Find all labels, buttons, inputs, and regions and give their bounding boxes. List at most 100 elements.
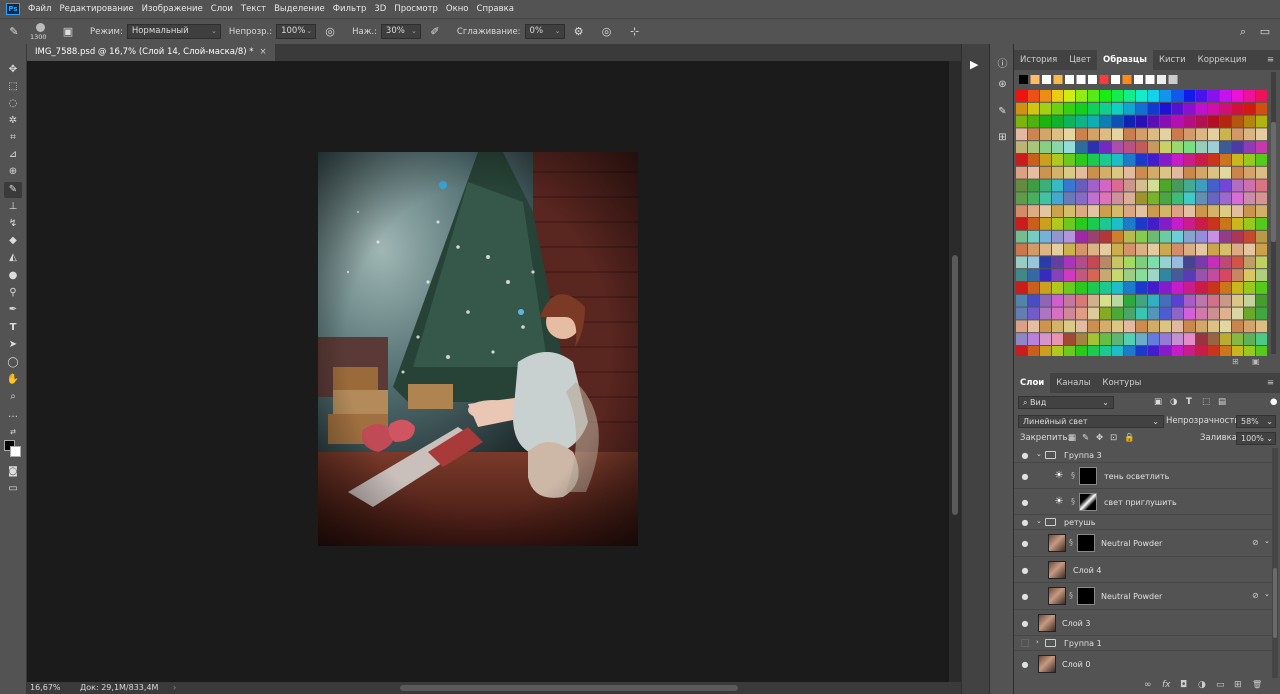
swatch[interactable] (1122, 75, 1132, 84)
swatch[interactable] (1016, 320, 1027, 333)
swatch[interactable] (1172, 243, 1183, 256)
swatch[interactable] (1052, 230, 1063, 243)
layer-row[interactable]: ● ☀ § тень осветлить (1014, 463, 1272, 489)
swatch[interactable] (1172, 90, 1183, 102)
swatch[interactable] (1064, 282, 1075, 294)
swatch[interactable] (1172, 333, 1183, 345)
fill-field[interactable]: 100% ⌄ (1236, 432, 1276, 445)
layer-row[interactable]: ● ⌄ ретушь (1014, 515, 1272, 530)
swatch[interactable] (1196, 90, 1207, 102)
swatch[interactable] (1088, 243, 1099, 256)
swatch[interactable] (1112, 154, 1123, 166)
swatch[interactable] (1040, 166, 1051, 179)
swatch[interactable] (1136, 294, 1147, 307)
swatch[interactable] (1064, 320, 1075, 333)
menu-edit[interactable]: Редактирование (59, 4, 133, 14)
swatch[interactable] (1028, 294, 1039, 307)
swatch[interactable] (1112, 282, 1123, 294)
swatch[interactable] (1052, 128, 1063, 141)
swatch[interactable] (1208, 269, 1219, 281)
stamp-tool-icon[interactable]: ⊥ (4, 199, 22, 215)
swatch[interactable] (1220, 218, 1231, 230)
swatch[interactable] (1040, 115, 1051, 128)
swatch[interactable] (1172, 102, 1183, 115)
swatch[interactable] (1256, 90, 1267, 102)
menu-image[interactable]: Изображение (142, 4, 203, 14)
swatch[interactable] (1124, 102, 1135, 115)
visibility-eye-icon[interactable]: ● (1020, 660, 1030, 669)
dodge-tool-icon[interactable]: ⚲ (4, 285, 22, 301)
swatch[interactable] (1148, 269, 1159, 281)
swatch[interactable] (1232, 128, 1243, 141)
swatch[interactable] (1088, 115, 1099, 128)
history-brush-tool-icon[interactable]: ↯ (4, 216, 22, 232)
swatch[interactable] (1196, 294, 1207, 307)
swatch[interactable] (1100, 166, 1111, 179)
swatches-svg[interactable] (1014, 72, 1268, 358)
swatch[interactable] (1232, 243, 1243, 256)
mode-select[interactable]: Нормальный ⌄ (126, 24, 221, 39)
swatch[interactable] (1148, 141, 1159, 153)
swatch[interactable] (1040, 243, 1051, 256)
swatch[interactable] (1124, 294, 1135, 307)
swatch[interactable] (1136, 154, 1147, 166)
swatch[interactable] (1124, 179, 1135, 192)
swatch[interactable] (1160, 256, 1171, 269)
swatch[interactable] (1028, 243, 1039, 256)
link-layers-icon[interactable]: ∞ (1144, 680, 1152, 690)
swatch[interactable] (1160, 102, 1171, 115)
swatch[interactable] (1232, 102, 1243, 115)
swatch[interactable] (1064, 128, 1075, 141)
swatch[interactable] (1232, 141, 1243, 153)
swatch[interactable] (1112, 90, 1123, 102)
swatch[interactable] (1100, 294, 1111, 307)
swatch[interactable] (1244, 141, 1255, 153)
swatch[interactable] (1148, 205, 1159, 217)
scroll-thumb[interactable] (1271, 122, 1276, 242)
swatch[interactable] (1160, 90, 1171, 102)
swatch[interactable] (1244, 166, 1255, 179)
swatch[interactable] (1244, 230, 1255, 243)
swatch[interactable] (1040, 102, 1051, 115)
swatch[interactable] (1160, 307, 1171, 320)
swatch[interactable] (1088, 192, 1099, 205)
swatch[interactable] (1208, 294, 1219, 307)
swatch[interactable] (1184, 218, 1195, 230)
swatch[interactable] (1220, 269, 1231, 281)
swatch[interactable] (1148, 333, 1159, 345)
swatch[interactable] (1172, 154, 1183, 166)
swatch[interactable] (1172, 179, 1183, 192)
swatch[interactable] (1136, 243, 1147, 256)
swatch[interactable] (1124, 128, 1135, 141)
swatch[interactable] (1064, 141, 1075, 153)
swatch[interactable] (1124, 269, 1135, 281)
swatch[interactable] (1124, 256, 1135, 269)
swatch[interactable] (1136, 307, 1147, 320)
add-mask-icon[interactable]: ◘ (1180, 680, 1187, 690)
swatch[interactable] (1064, 307, 1075, 320)
swatch[interactable] (1124, 205, 1135, 217)
pen-tool-icon[interactable]: ✒ (4, 302, 22, 318)
swatch[interactable] (1184, 166, 1195, 179)
swatch[interactable] (1052, 141, 1063, 153)
swatch[interactable] (1244, 154, 1255, 166)
menu-file[interactable]: Файл (28, 4, 51, 14)
swatch[interactable] (1076, 166, 1087, 179)
swatch[interactable] (1220, 128, 1231, 141)
swatch[interactable] (1064, 230, 1075, 243)
layer-thumbnail[interactable] (1048, 587, 1066, 605)
swatch[interactable] (1244, 320, 1255, 333)
swatch[interactable] (1148, 128, 1159, 141)
menu-window[interactable]: Окно (446, 4, 469, 14)
swatch[interactable] (1244, 192, 1255, 205)
swatch[interactable] (1220, 154, 1231, 166)
swatch[interactable] (1184, 128, 1195, 141)
swatch[interactable] (1148, 154, 1159, 166)
layer-thumbnail[interactable] (1048, 534, 1066, 552)
swatch[interactable] (1196, 282, 1207, 294)
visibility-eye-icon[interactable]: ● (1020, 566, 1030, 575)
swatch[interactable] (1244, 282, 1255, 294)
swatch[interactable] (1160, 205, 1171, 217)
swatch[interactable] (1184, 256, 1195, 269)
swatch[interactable] (1160, 115, 1171, 128)
